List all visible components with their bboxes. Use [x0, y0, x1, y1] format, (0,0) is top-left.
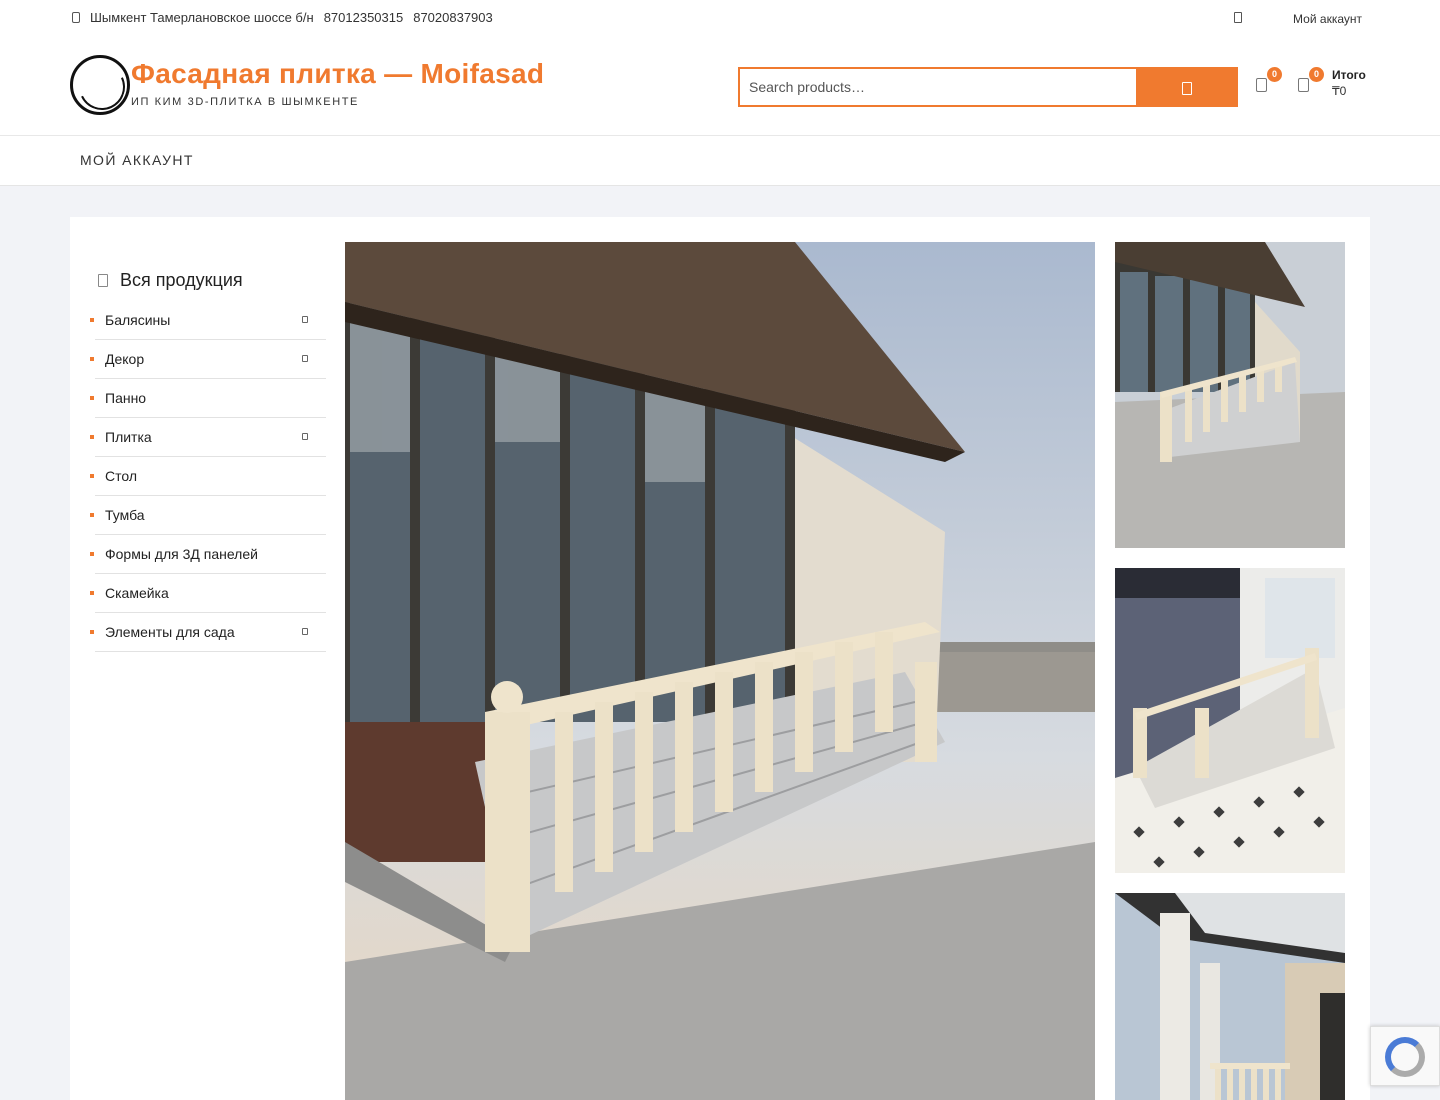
category-item-tile[interactable]: Плитка: [90, 418, 326, 457]
heart-icon[interactable]: [1256, 78, 1267, 92]
bullet: [90, 552, 94, 556]
thumbnail-3[interactable]: [1115, 893, 1345, 1100]
wishlist-count-badge: 0: [1267, 67, 1282, 82]
site-header: Фасадная плитка — Moifasad ИП КИМ 3D-ПЛИ…: [0, 40, 1440, 136]
categories-heading: Вся продукция: [98, 270, 243, 291]
phone-2[interactable]: 87020837903: [413, 10, 493, 25]
nav-item-my-account[interactable]: Мой аккаунт: [80, 152, 194, 168]
phone-icon: [72, 12, 80, 23]
bullet: [90, 474, 94, 478]
bullet: [90, 630, 94, 634]
bullet: [90, 396, 94, 400]
category-label[interactable]: Плитка: [105, 429, 152, 445]
phone-1[interactable]: 87012350315: [324, 10, 404, 25]
category-label[interactable]: Скамейка: [105, 585, 169, 601]
cart-total-value[interactable]: ₸0: [1332, 84, 1346, 98]
address-text: Шымкент Тамерлановское шоссе б/н: [90, 10, 314, 25]
bullet: [90, 591, 94, 595]
bullet: [90, 513, 94, 517]
category-label[interactable]: Стол: [105, 468, 137, 484]
chevron-down-icon[interactable]: [302, 628, 308, 635]
product-search: [738, 67, 1238, 107]
bullet: [90, 435, 94, 439]
category-item-3d-molds[interactable]: Формы для 3Д панелей: [90, 535, 326, 574]
category-item-table[interactable]: Стол: [90, 457, 326, 496]
chevron-down-icon[interactable]: [302, 316, 308, 323]
cart-count-badge: 0: [1309, 67, 1324, 82]
logo[interactable]: [70, 55, 130, 115]
category-list: Балясины Декор Панно Плитка Стол Тумба Ф…: [90, 301, 326, 652]
hero-image[interactable]: [345, 242, 1095, 1100]
cart-total-label[interactable]: Итого: [1332, 68, 1366, 82]
recaptcha-icon: [1385, 1037, 1425, 1077]
categories-heading-label: Вся продукция: [120, 270, 243, 290]
category-label[interactable]: Формы для 3Д панелей: [105, 546, 258, 562]
site-description: ИП КИМ 3D-ПЛИТКА В ШЫМКЕНТЕ: [131, 96, 359, 108]
category-item-balusters[interactable]: Балясины: [90, 301, 326, 340]
category-label[interactable]: Декор: [105, 351, 144, 367]
category-label[interactable]: Балясины: [105, 312, 170, 328]
main-navigation: Мой аккаунт: [0, 136, 1440, 186]
category-label[interactable]: Тумба: [105, 507, 145, 523]
chevron-down-icon[interactable]: [302, 433, 308, 440]
menu-icon: [98, 274, 108, 287]
search-input[interactable]: [740, 69, 1138, 105]
category-label[interactable]: Элементы для сада: [105, 624, 235, 640]
site-title[interactable]: Фасадная плитка — Moifasad: [131, 58, 544, 90]
category-item-decor[interactable]: Декор: [90, 340, 326, 379]
contact-info: Шымкент Тамерлановское шоссе б/н 8701235…: [72, 10, 493, 25]
thumbnail-2[interactable]: [1115, 568, 1345, 873]
bullet: [90, 318, 94, 322]
user-icon: [1234, 12, 1242, 23]
category-item-panno[interactable]: Панно: [90, 379, 326, 418]
search-button[interactable]: [1136, 69, 1236, 105]
category-label[interactable]: Панно: [105, 390, 146, 406]
topbar: Шымкент Тамерлановское шоссе б/н 8701235…: [0, 0, 1440, 40]
recaptcha-badge[interactable]: [1370, 1026, 1440, 1086]
bullet: [90, 357, 94, 361]
category-item-bench[interactable]: Скамейка: [90, 574, 326, 613]
category-item-cabinet[interactable]: Тумба: [90, 496, 326, 535]
category-item-garden[interactable]: Элементы для сада: [90, 613, 326, 652]
thumbnail-1[interactable]: [1115, 242, 1345, 548]
account-link[interactable]: Мой аккаунт: [1293, 12, 1362, 26]
cart-icon[interactable]: [1298, 78, 1309, 92]
chevron-down-icon[interactable]: [302, 355, 308, 362]
